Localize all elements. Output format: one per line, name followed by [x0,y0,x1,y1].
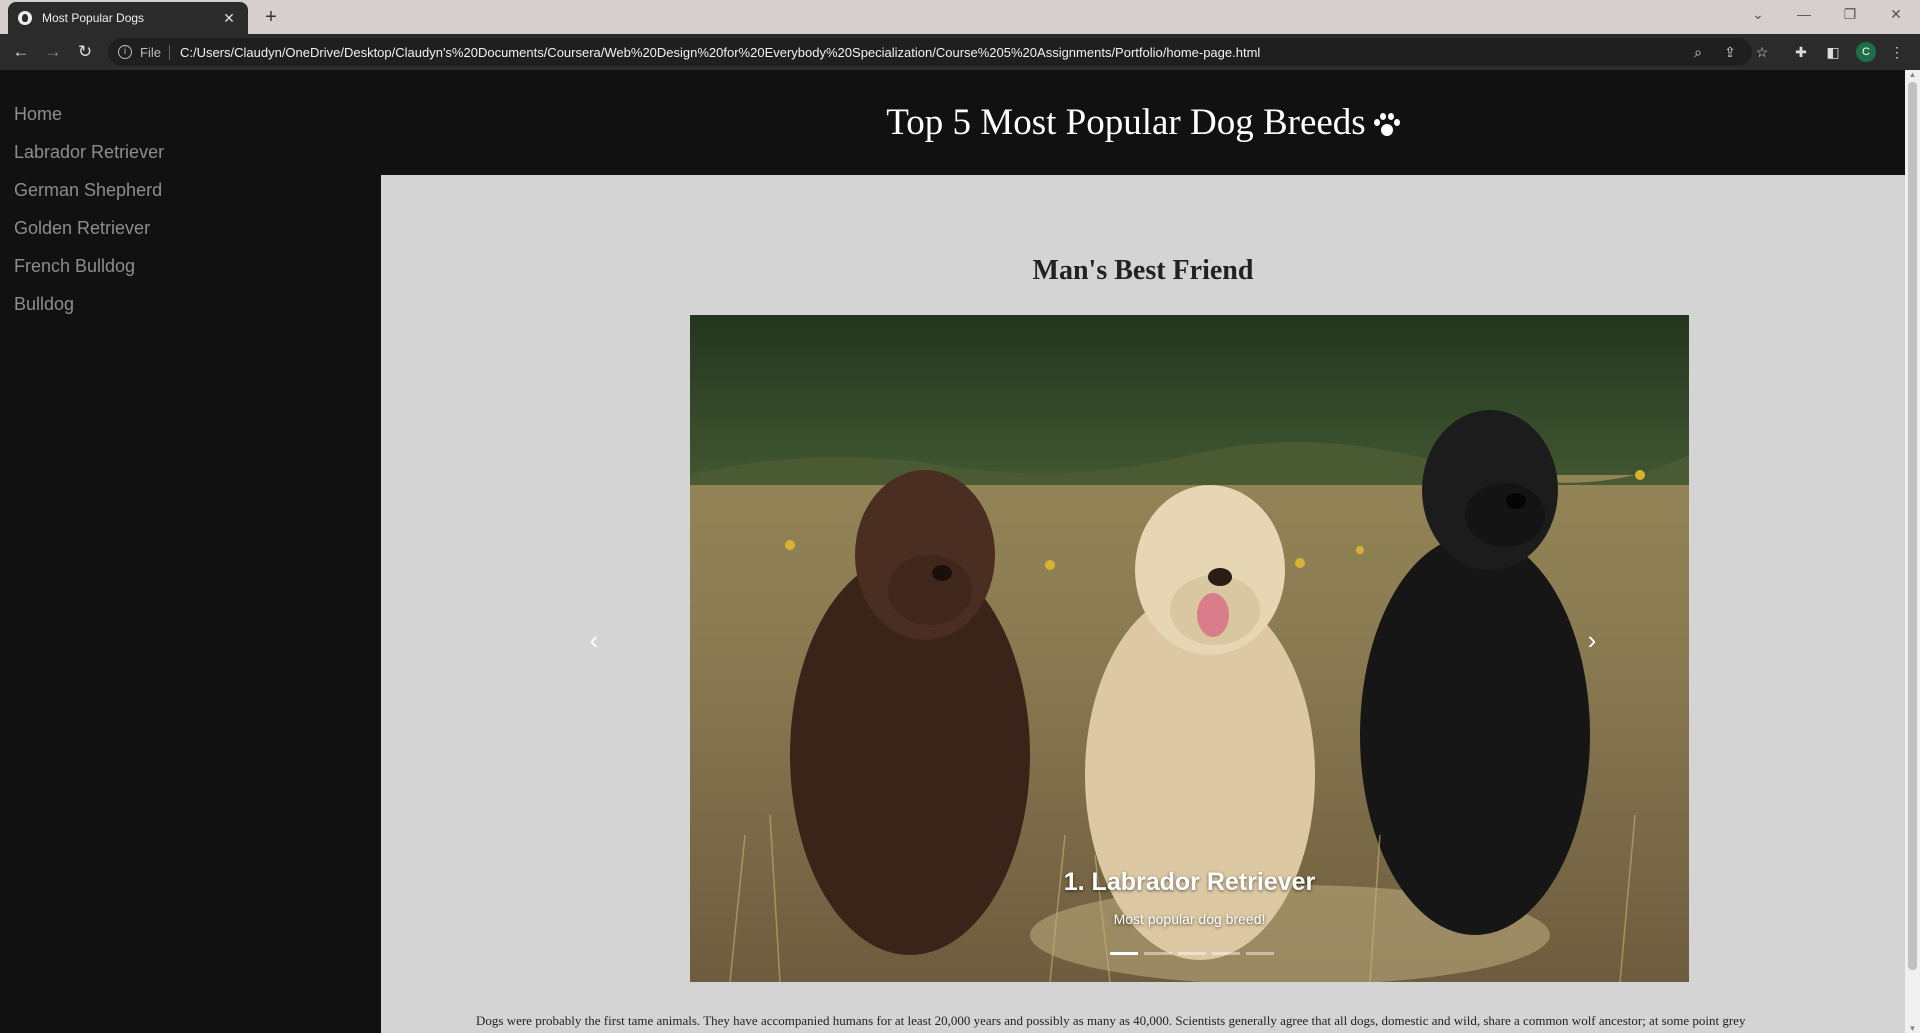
carousel-indicator[interactable] [1178,952,1206,955]
carousel-indicator[interactable] [1144,952,1172,955]
dog-carousel[interactable]: 1. Labrador Retriever Most popular dog b… [690,315,1689,982]
page-title: Top 5 Most Popular Dog Breeds [381,70,1905,175]
carousel-caption-text: Most popular dog breed! [1113,911,1266,927]
main-content: Man's Best Friend 1. Labrador Retriever … [381,175,1905,1033]
forward-icon[interactable]: → [43,42,63,62]
favicon-icon [18,11,32,25]
carousel-indicator[interactable] [1110,952,1138,955]
carousel-next-icon[interactable]: › [1577,625,1607,656]
browser-toolbar: ← → ↻ i File C:/Users/Claudyn/OneDrive/D… [0,34,1920,70]
profile-avatar[interactable]: C [1856,42,1876,62]
section-heading: Man's Best Friend [1032,255,1254,286]
restore-icon[interactable]: ❐ [1838,6,1862,23]
page-title-text: Top 5 Most Popular Dog Breeds [886,102,1366,143]
paw-icon [1372,112,1400,140]
tab-title: Most Popular Dogs [42,11,145,25]
side-panel-icon[interactable]: ◧ [1824,43,1842,61]
carousel-indicator[interactable] [1212,952,1240,955]
sidebar-item-home[interactable]: Home [0,104,381,142]
info-icon[interactable]: i [118,45,132,59]
extensions-icon[interactable]: ✚ [1792,43,1810,61]
browser-tab-strip: Most Popular Dogs ✕ + ⌄ — ❐ ✕ [0,0,1920,34]
url-text[interactable]: C:/Users/Claudyn/OneDrive/Desktop/Claudy… [180,45,1260,60]
zoom-icon[interactable]: ⌕ [1689,43,1707,61]
file-label: File [140,44,170,60]
carousel-prev-icon[interactable]: ‹ [579,625,609,656]
sidebar-item-french-bulldog[interactable]: French Bulldog [0,256,381,294]
scrollbar-thumb[interactable] [1908,82,1917,970]
carousel-caption-title: 1. Labrador Retriever [1063,868,1316,896]
sidebar-nav: Home Labrador Retriever German Shepherd … [0,70,381,1033]
share-icon[interactable]: ⇪ [1721,43,1739,61]
sidebar-item-german-shepherd[interactable]: German Shepherd [0,180,381,218]
tab-search-icon[interactable]: ⌄ [1746,6,1770,23]
carousel-indicators [1110,952,1274,955]
scroll-up-icon[interactable]: ▲ [1908,70,1917,79]
browser-tab[interactable]: Most Popular Dogs ✕ [8,2,248,34]
window-close-icon[interactable]: ✕ [1884,6,1908,23]
intro-paragraph: Dogs were probably the first tame animal… [476,1013,1746,1028]
menu-kebab-icon[interactable]: ⋮ [1888,43,1906,61]
reload-icon[interactable]: ↻ [75,42,95,62]
sidebar-item-bulldog[interactable]: Bulldog [0,294,381,332]
sidebar-item-labrador-retriever[interactable]: Labrador Retriever [0,142,381,180]
scroll-down-icon[interactable]: ▼ [1908,1024,1917,1033]
web-page: Home Labrador Retriever German Shepherd … [0,70,1920,1033]
bookmark-star-icon[interactable]: ☆ [1753,43,1771,61]
back-icon[interactable]: ← [11,42,31,62]
minimize-icon[interactable]: — [1792,6,1816,22]
tab-close-button[interactable]: ✕ [220,10,238,27]
page-header: Top 5 Most Popular Dog Breeds [381,70,1905,175]
sidebar-item-golden-retriever[interactable]: Golden Retriever [0,218,381,256]
address-bar[interactable]: i File C:/Users/Claudyn/OneDrive/Desktop… [108,38,1752,66]
new-tab-button[interactable]: + [260,6,282,28]
page-scrollbar[interactable]: ▲ ▼ [1905,70,1920,1033]
carousel-indicator[interactable] [1246,952,1274,955]
